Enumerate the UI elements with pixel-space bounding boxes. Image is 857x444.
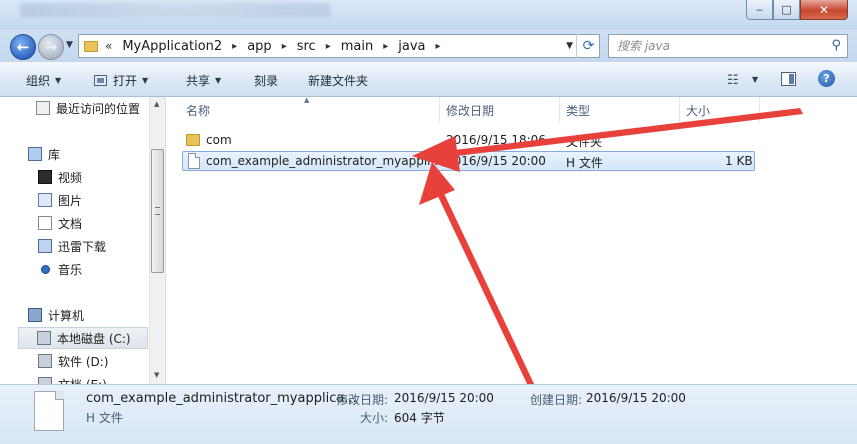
file-row-com[interactable]: com 2016/9/15 18:06 文件夹 — [182, 131, 755, 151]
breadcrumb-app[interactable]: app — [247, 39, 271, 54]
computer-icon — [28, 308, 42, 322]
scroll-up-icon[interactable]: ▲ — [154, 100, 159, 108]
new-folder-button[interactable]: 新建文件夹 — [308, 72, 368, 89]
sidebar-scrollbar[interactable]: ▲ ▼ — [149, 97, 165, 384]
sidebar-item-libraries[interactable]: 库 — [28, 143, 148, 165]
search-icon[interactable]: ⚲ — [831, 38, 841, 53]
breadcrumb-myapplication2[interactable]: MyApplication2 — [122, 39, 222, 54]
documents-icon — [38, 216, 52, 230]
details-modified-value: 2016/9/15 20:00 — [394, 391, 494, 405]
column-header-type[interactable]: 类型 — [560, 97, 680, 123]
sidebar-item-videos[interactable]: 视频 — [38, 166, 148, 188]
column-header-size[interactable]: 大小 — [680, 97, 760, 123]
navigation-pane: 最近访问的位置 库 视频 图片 文档 迅雷下载 音乐 计算机 本地磁盘 (C:)… — [0, 97, 166, 384]
folder-icon — [186, 134, 200, 146]
sidebar-item-music[interactable]: 音乐 — [38, 258, 148, 280]
file-row-header[interactable]: com_example_administrator_myappli... 201… — [182, 151, 755, 171]
dropdown-arrow-icon: ▼ — [215, 76, 222, 85]
file-name: com — [206, 133, 232, 147]
details-created-value: 2016/9/15 20:00 — [586, 391, 686, 405]
search-input[interactable] — [617, 39, 817, 53]
file-modified: 2016/9/15 20:00 — [446, 154, 546, 168]
details-created-label: 创建日期: — [530, 393, 583, 407]
organize-button[interactable]: 组织 ▼ — [26, 72, 61, 89]
breadcrumb-java[interactable]: java — [398, 39, 425, 54]
breadcrumb-separator[interactable]: ▸ — [232, 41, 237, 52]
sidebar-item-pictures[interactable]: 图片 — [38, 189, 148, 211]
search-box[interactable]: ⚲ — [608, 34, 848, 58]
breadcrumb-main[interactable]: main — [341, 39, 373, 54]
preview-pane-icon[interactable] — [781, 72, 796, 86]
back-button[interactable]: ← — [10, 34, 36, 60]
scroll-down-icon[interactable]: ▼ — [154, 371, 159, 379]
file-list: ▲ 名称 修改日期 类型 大小 com 2016/9/15 18:06 文件夹 … — [166, 96, 857, 384]
breadcrumb-src[interactable]: src — [297, 39, 316, 54]
video-icon — [38, 170, 52, 184]
file-modified: 2016/9/15 18:06 — [446, 133, 546, 147]
recent-pages-dropdown-icon[interactable]: ▼ — [66, 40, 73, 50]
refresh-button[interactable]: ⟳ — [576, 34, 600, 58]
library-icon — [28, 147, 42, 161]
back-arrow-icon: ← — [16, 38, 30, 56]
change-view-icon[interactable]: ☷ — [727, 73, 739, 88]
file-type: H 文件 — [566, 156, 603, 170]
breadcrumb-separator[interactable]: ▸ — [282, 41, 287, 52]
column-header-name[interactable]: 名称 — [180, 97, 440, 123]
file-icon — [34, 391, 64, 431]
blurred-taskbar-tabs — [20, 3, 330, 17]
address-dropdown-icon[interactable]: ▼ — [566, 41, 573, 51]
title-bar: ‒ □ ✕ — [0, 0, 857, 30]
maximize-button[interactable]: □ — [773, 0, 800, 20]
burn-button[interactable]: 刻录 — [254, 72, 278, 89]
recent-places-icon — [36, 101, 50, 115]
download-icon — [38, 239, 52, 253]
sidebar-item-drive-d[interactable]: 软件 (D:) — [38, 350, 148, 372]
sidebar-item-computer[interactable]: 计算机 — [28, 304, 148, 326]
breadcrumb-separator[interactable]: ▸ — [436, 41, 441, 52]
sidebar-item-drive-e[interactable]: 文档 (E:) — [38, 373, 148, 384]
details-pane: com_example_administrator_myapplica... H… — [0, 384, 857, 444]
sidebar-item-documents[interactable]: 文档 — [38, 212, 148, 234]
forward-arrow-icon: → — [44, 38, 58, 56]
overflow-chevron[interactable]: « — [105, 39, 112, 53]
local-disk-icon — [37, 331, 51, 345]
breadcrumb-separator[interactable]: ▸ — [326, 41, 331, 52]
open-icon — [94, 75, 107, 86]
close-button[interactable]: ✕ — [800, 0, 848, 20]
drive-icon — [38, 354, 52, 368]
help-icon[interactable]: ? — [818, 70, 835, 87]
breadcrumb-separator[interactable]: ▸ — [383, 41, 388, 52]
details-size-label: 大小: — [360, 411, 389, 425]
file-name: com_example_administrator_myappli... — [206, 154, 442, 168]
refresh-icon: ⟳ — [582, 38, 595, 54]
details-modified-label: 修改日期: — [336, 393, 389, 407]
forward-button[interactable]: → — [38, 34, 64, 60]
column-header-modified[interactable]: 修改日期 — [440, 97, 560, 123]
minimize-button[interactable]: ‒ — [746, 0, 773, 20]
drive-icon — [38, 377, 52, 384]
file-size: 1 KB — [725, 154, 753, 168]
address-bar[interactable]: « MyApplication2 ▸ app ▸ src ▸ main ▸ ja… — [78, 34, 600, 58]
scrollbar-thumb[interactable] — [151, 149, 164, 273]
file-icon — [188, 153, 200, 169]
sidebar-item-local-disk-c[interactable]: 本地磁盘 (C:) — [18, 327, 148, 349]
view-dropdown-icon[interactable]: ▼ — [752, 75, 758, 84]
share-button[interactable]: 共享 ▼ — [186, 72, 221, 89]
sidebar-item-thunder-downloads[interactable]: 迅雷下载 — [38, 235, 148, 257]
file-type: 文件夹 — [566, 135, 603, 149]
sidebar-item-recent-places[interactable]: 最近访问的位置 — [36, 97, 148, 119]
dropdown-arrow-icon: ▼ — [55, 76, 62, 85]
command-toolbar: 组织 ▼ 打开 ▼ 共享 ▼ 刻录 新建文件夹 ☷ ▼ ? — [0, 62, 857, 97]
navigation-bar: ← → ▼ « MyApplication2 ▸ app ▸ src ▸ mai… — [0, 30, 857, 62]
pictures-icon — [38, 193, 52, 207]
folder-icon — [84, 40, 98, 52]
details-file-name: com_example_administrator_myapplica... — [86, 391, 357, 406]
details-file-type: H 文件 — [86, 411, 123, 425]
dropdown-arrow-icon: ▼ — [142, 76, 149, 85]
details-size-value: 604 字节 — [394, 411, 445, 425]
music-icon — [41, 264, 50, 274]
open-button[interactable]: 打开 ▼ — [94, 72, 148, 89]
